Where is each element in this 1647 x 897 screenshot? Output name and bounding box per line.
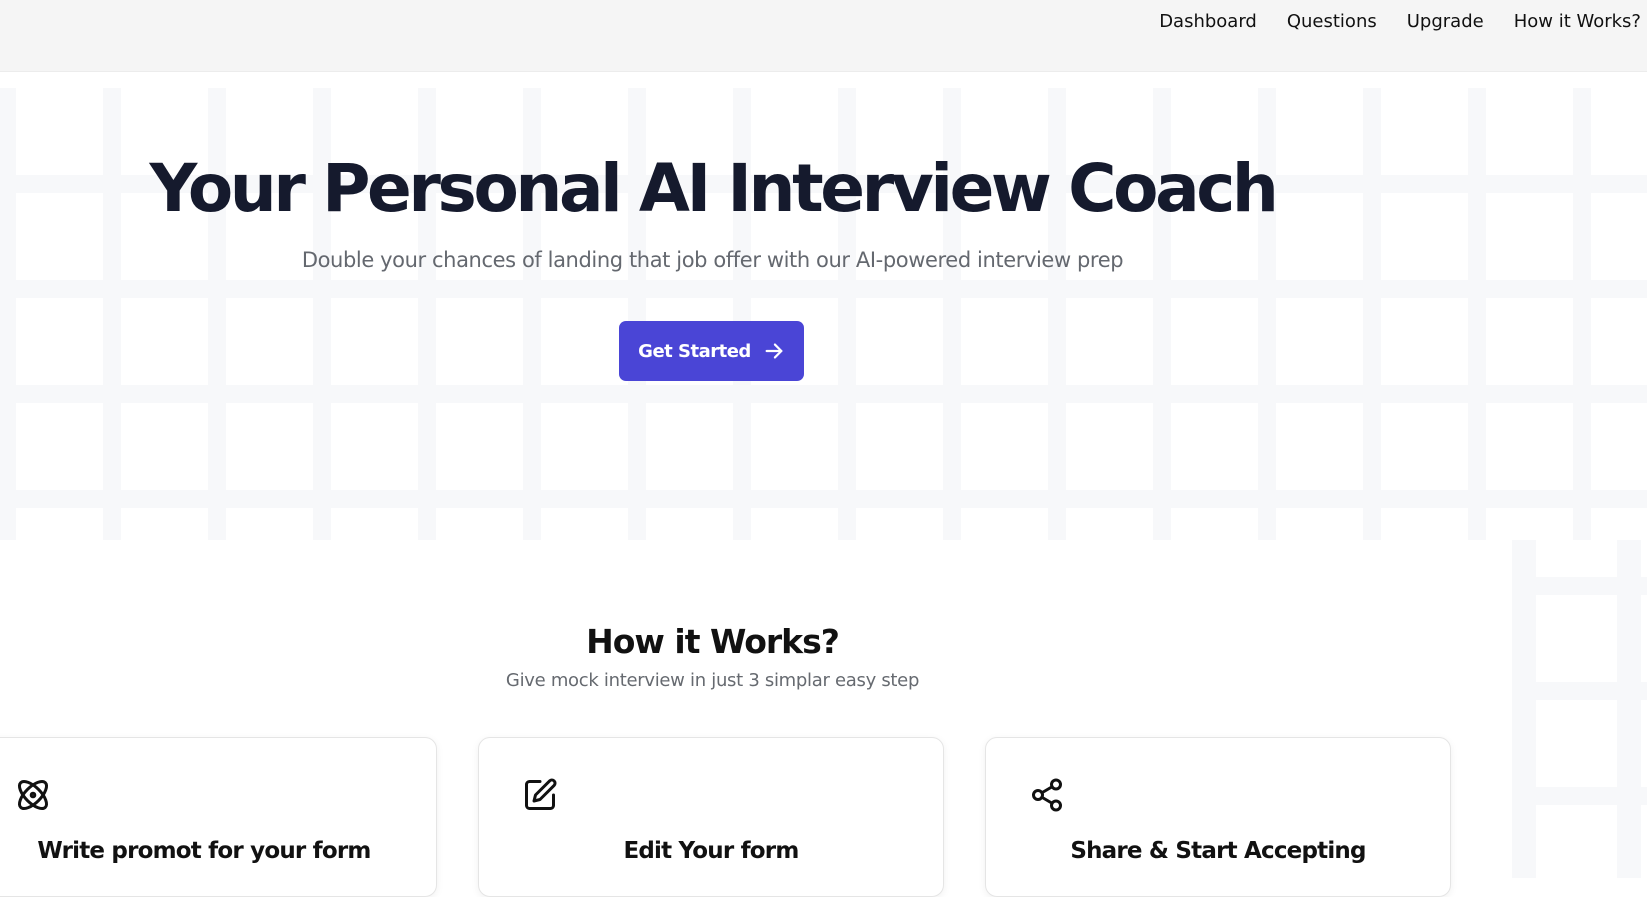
share-icon xyxy=(1032,778,1062,812)
nav-link-how-it-works[interactable]: How it Works? xyxy=(1514,10,1641,34)
hero-subtitle: Double your chances of landing that job … xyxy=(301,248,1124,272)
hero-title: Your Personal AI Interview Coach xyxy=(149,150,1278,227)
step-card-write-prompt[interactable]: Write promot for your form xyxy=(0,737,437,897)
side-grid-pattern xyxy=(1512,540,1647,878)
how-it-works-title: How it Works? xyxy=(586,622,840,661)
side-grid-background xyxy=(1512,540,1647,878)
step-card-title: Share & Start Accepting xyxy=(1070,838,1366,864)
how-it-works-subtitle: Give mock interview in just 3 simplar ea… xyxy=(505,670,920,691)
step-card-title: Write promot for your form xyxy=(37,838,371,864)
nav-link-questions[interactable]: Questions xyxy=(1287,10,1377,34)
main-nav: Dashboard Questions Upgrade How it Works… xyxy=(1159,10,1641,34)
arrow-right-icon xyxy=(765,343,783,359)
get-started-button[interactable]: Get Started xyxy=(619,321,804,381)
nav-link-dashboard[interactable]: Dashboard xyxy=(1159,10,1257,34)
step-card-share[interactable]: Share & Start Accepting xyxy=(985,737,1451,897)
top-header: Dashboard Questions Upgrade How it Works… xyxy=(0,0,1647,72)
get-started-label: Get Started xyxy=(638,340,751,362)
atom-icon xyxy=(18,780,48,810)
edit-icon xyxy=(525,778,557,810)
step-card-title: Edit Your form xyxy=(623,838,799,864)
nav-link-upgrade[interactable]: Upgrade xyxy=(1407,10,1484,34)
step-card-edit-form[interactable]: Edit Your form xyxy=(478,737,944,897)
